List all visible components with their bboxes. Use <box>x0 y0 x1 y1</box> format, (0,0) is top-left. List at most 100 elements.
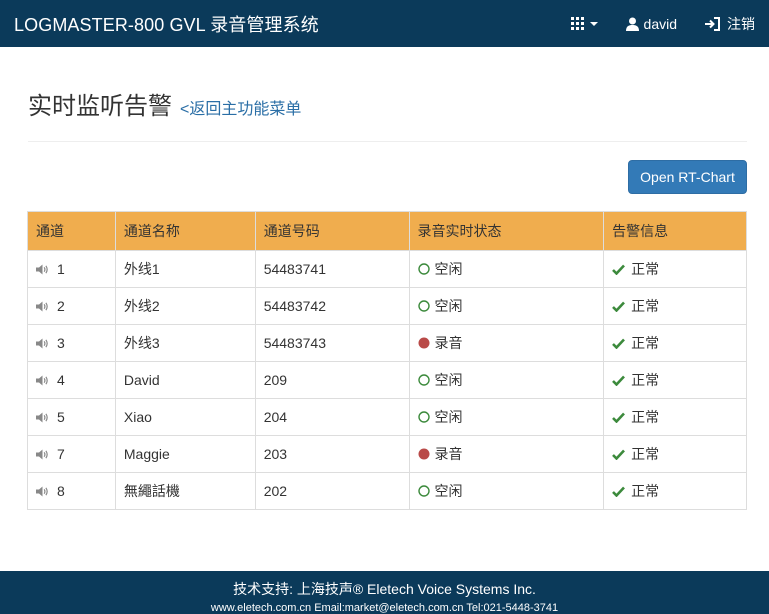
check-icon <box>612 449 626 460</box>
back-to-main-menu-link[interactable]: <返回主功能菜单 <box>180 95 301 119</box>
filled-circle-icon <box>418 448 430 460</box>
channel-id: 1 <box>57 261 65 277</box>
channel-id: 4 <box>57 372 65 388</box>
channel-id: 3 <box>57 335 65 351</box>
column-header-alarm-info: 告警信息 <box>603 211 747 251</box>
recording-status-cell: 录音 <box>408 324 605 362</box>
alarm-status-text: 正常 <box>631 409 660 425</box>
channel-id: 2 <box>57 298 65 314</box>
app-title: LOGMASTER-800 GVL 录音管理系统 <box>14 14 319 35</box>
speaker-icon[interactable] <box>36 338 49 349</box>
recording-status-text: 空闲 <box>434 372 463 388</box>
recording-status-text: 录音 <box>434 446 463 462</box>
alarm-info-cell: 正常 <box>603 287 747 325</box>
recording-status-text: 空闲 <box>434 483 463 499</box>
channel-number-cell: 209 <box>254 361 410 399</box>
footer-contact-text: www.eletech.com.cn Email:market@eletech.… <box>210 602 559 614</box>
column-header-channel: 通道 <box>27 211 116 251</box>
circle-outline-icon <box>417 485 430 497</box>
filled-circle-icon <box>418 337 430 349</box>
channel-cell: 2 <box>27 287 116 325</box>
circle-outline-icon <box>417 411 430 423</box>
channel-name-cell: 無繩話機 <box>114 472 256 510</box>
alarm-status-text: 正常 <box>631 298 660 314</box>
chevron-down-icon <box>589 21 598 26</box>
recording-status-cell: 空闲 <box>408 250 605 288</box>
apps-menu-button[interactable] <box>570 17 598 30</box>
logout-label: 注销 <box>727 15 755 32</box>
channel-number-cell: 202 <box>254 472 410 510</box>
table-row: 4 David 209 空闲 正常 <box>27 361 747 399</box>
channel-name-cell: 外线3 <box>114 324 256 362</box>
check-icon <box>612 264 626 275</box>
recording-status-text: 空闲 <box>434 298 463 314</box>
speaker-icon[interactable] <box>36 375 49 386</box>
table-row: 2 外线2 54483742 空闲 正常 <box>27 287 747 325</box>
channel-cell: 5 <box>27 398 116 436</box>
circle-outline-icon <box>417 300 430 312</box>
channel-name-cell: Maggie <box>114 435 256 473</box>
logout-icon <box>705 16 721 31</box>
speaker-icon[interactable] <box>36 301 49 312</box>
recording-status-cell: 录音 <box>408 435 605 473</box>
page-header: 实时监听告警 <返回主功能菜单 <box>28 86 747 142</box>
recording-status-text: 录音 <box>434 335 463 351</box>
top-navbar: LOGMASTER-800 GVL 录音管理系统 david 注销 <box>0 0 769 47</box>
recording-status-cell: 空闲 <box>408 398 605 436</box>
alarm-info-cell: 正常 <box>603 250 747 288</box>
check-icon <box>612 375 626 386</box>
channel-number-cell: 54483743 <box>254 324 410 362</box>
channel-cell: 4 <box>27 361 116 399</box>
user-menu[interactable]: david <box>625 15 677 32</box>
speaker-icon[interactable] <box>36 412 49 423</box>
speaker-icon[interactable] <box>36 486 49 497</box>
column-header-channel-name: 通道名称 <box>114 211 256 251</box>
table-row: 3 外线3 54483743 录音 正常 <box>27 324 747 362</box>
channel-number-cell: 204 <box>254 398 410 436</box>
page-title: 实时监听告警 <box>28 93 172 120</box>
check-icon <box>612 301 626 312</box>
footer: 技术支持: 上海技声® Eletech Voice Systems Inc. w… <box>0 571 769 614</box>
open-rt-chart-button[interactable]: Open RT-Chart <box>628 160 747 194</box>
check-icon <box>612 412 626 423</box>
channel-monitor-table: 通道 通道名称 通道号码 录音实时状态 告警信息 1 外线1 54483741 空闲正… <box>27 211 747 510</box>
speaker-icon[interactable] <box>36 449 49 460</box>
table-header-row: 通道 通道名称 通道号码 录音实时状态 告警信息 <box>27 211 747 251</box>
alarm-status-text: 正常 <box>631 261 660 277</box>
circle-outline-icon <box>417 263 430 275</box>
table-row: 8 無繩話機 202 空闲 正常 <box>27 472 747 510</box>
alarm-info-cell: 正常 <box>603 361 747 399</box>
channel-id: 8 <box>57 483 65 499</box>
footer-support-text: 技术支持: 上海技声® Eletech Voice Systems Inc. <box>233 581 536 597</box>
channel-number-cell: 54483742 <box>254 287 410 325</box>
channel-name-cell: Xiao <box>114 398 256 436</box>
channel-cell: 3 <box>27 324 116 362</box>
channel-number-cell: 54483741 <box>254 250 410 288</box>
channel-id: 5 <box>57 409 65 425</box>
speaker-icon[interactable] <box>36 264 49 275</box>
alarm-info-cell: 正常 <box>603 398 747 436</box>
recording-status-cell: 空闲 <box>408 287 605 325</box>
table-row: 1 外线1 54483741 空闲 正常 <box>27 250 747 288</box>
grid-icon <box>570 17 584 30</box>
alarm-info-cell: 正常 <box>603 435 747 473</box>
alarm-status-text: 正常 <box>631 372 660 388</box>
user-icon <box>625 17 639 31</box>
channel-cell: 8 <box>27 472 116 510</box>
recording-status-text: 空闲 <box>434 261 463 277</box>
channel-number-cell: 203 <box>254 435 410 473</box>
channel-id: 7 <box>57 446 65 462</box>
circle-outline-icon <box>417 374 430 386</box>
logout-link[interactable]: 注销 <box>705 14 755 34</box>
username: david <box>643 15 677 32</box>
alarm-status-text: 正常 <box>631 446 660 462</box>
column-header-recording-status: 录音实时状态 <box>408 211 605 251</box>
alarm-info-cell: 正常 <box>603 472 747 510</box>
navbar-right: david 注销 <box>570 14 755 34</box>
table-row: 7 Maggie 203 录音 正常 <box>27 435 747 473</box>
recording-status-cell: 空闲 <box>408 472 605 510</box>
check-icon <box>612 338 626 349</box>
recording-status-text: 空闲 <box>434 409 463 425</box>
alarm-status-text: 正常 <box>631 335 660 351</box>
alarm-info-cell: 正常 <box>603 324 747 362</box>
